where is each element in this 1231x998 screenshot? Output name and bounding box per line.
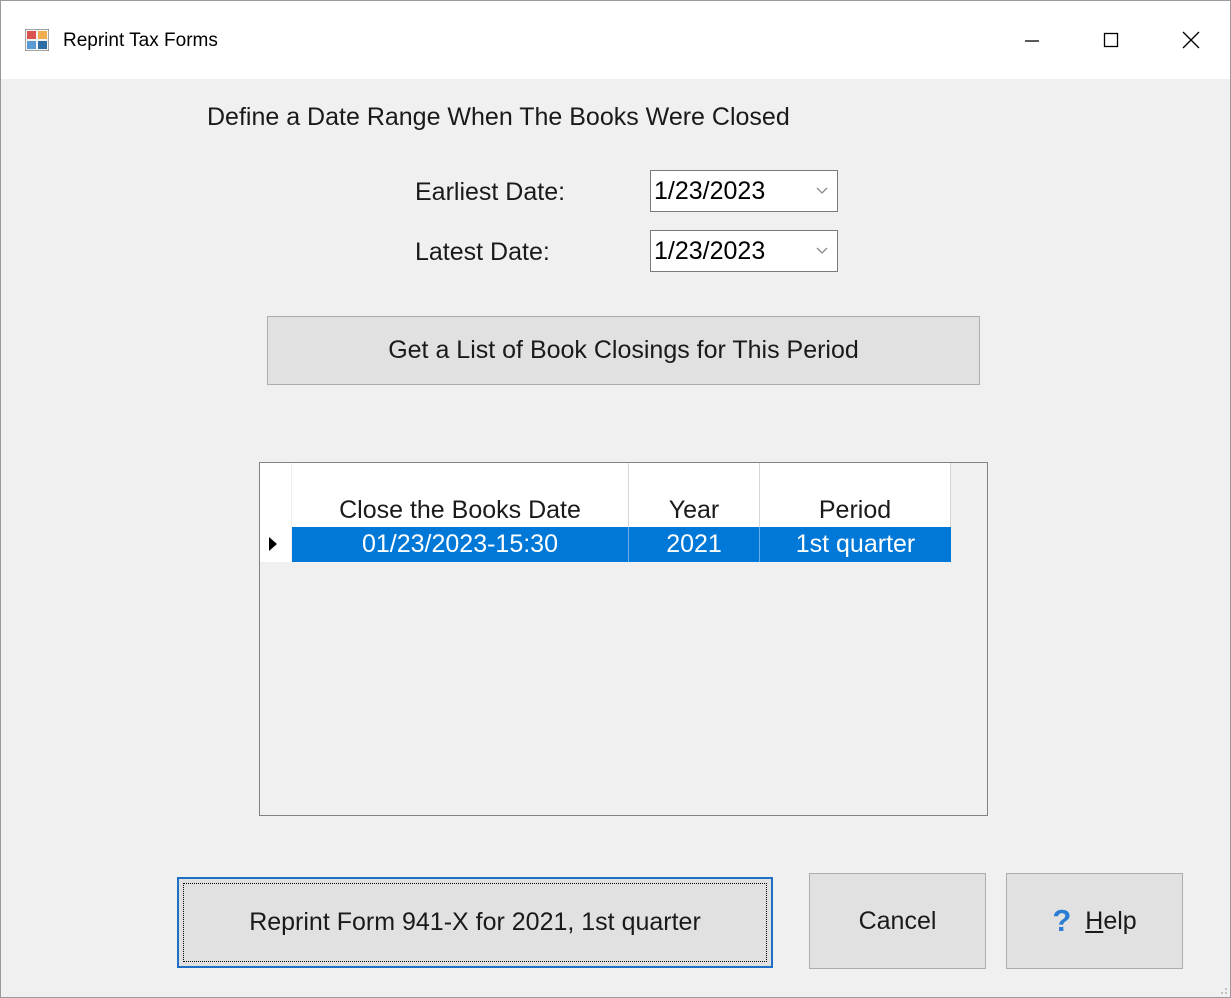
minimize-icon xyxy=(1025,40,1039,42)
close-icon xyxy=(1182,31,1200,49)
cancel-button[interactable]: Cancel xyxy=(809,873,986,969)
reprint-tax-forms-window: Reprint Tax Forms Define a Date Range Wh… xyxy=(0,0,1231,998)
cell-year[interactable]: 2021 xyxy=(629,527,760,562)
book-closings-grid[interactable]: Close the Books Date Year Period 01/23/2… xyxy=(259,462,988,816)
title-bar[interactable]: Reprint Tax Forms xyxy=(1,1,1230,79)
earliest-date-value: 1/23/2023 xyxy=(654,177,766,205)
earliest-date-picker[interactable]: 1/23/2023 xyxy=(650,170,838,212)
focus-rectangle xyxy=(183,883,767,962)
minimize-button[interactable] xyxy=(1000,17,1064,63)
window-title: Reprint Tax Forms xyxy=(63,30,218,51)
grid-header: Close the Books Date Year Period xyxy=(260,463,987,527)
cell-close-date[interactable]: 01/23/2023-15:30 xyxy=(292,527,629,562)
reprint-form-button[interactable]: Reprint Form 941-X for 2021, 1st quarter xyxy=(177,877,773,968)
chevron-down-icon xyxy=(816,247,828,254)
latest-date-picker[interactable]: 1/23/2023 xyxy=(650,230,838,272)
maximize-icon xyxy=(1103,32,1119,48)
help-button-label: Help xyxy=(1085,906,1137,935)
column-header-year[interactable]: Year xyxy=(629,463,760,527)
table-row[interactable]: 01/23/2023-15:30 2021 1st quarter xyxy=(260,527,951,562)
column-header-period[interactable]: Period xyxy=(760,463,951,527)
latest-date-label: Latest Date: xyxy=(415,238,550,266)
row-selector[interactable] xyxy=(260,527,291,562)
get-book-closings-button[interactable]: Get a List of Book Closings for This Per… xyxy=(267,316,980,385)
maximize-button[interactable] xyxy=(1079,17,1143,63)
latest-date-value: 1/23/2023 xyxy=(654,237,766,265)
earliest-date-label: Earliest Date: xyxy=(415,178,566,206)
app-form-icon xyxy=(25,29,49,51)
help-question-icon: ? xyxy=(1052,903,1072,938)
current-row-arrow-icon xyxy=(269,537,277,551)
resize-grip-icon[interactable] xyxy=(1216,983,1228,995)
date-range-heading: Define a Date Range When The Books Were … xyxy=(207,103,790,131)
row-header-corner xyxy=(260,463,291,527)
cell-period[interactable]: 1st quarter xyxy=(760,527,951,562)
chevron-down-icon xyxy=(816,187,828,194)
close-button[interactable] xyxy=(1159,17,1223,63)
help-button[interactable]: ? Help xyxy=(1006,873,1183,969)
column-header-close-date[interactable]: Close the Books Date xyxy=(292,463,629,527)
